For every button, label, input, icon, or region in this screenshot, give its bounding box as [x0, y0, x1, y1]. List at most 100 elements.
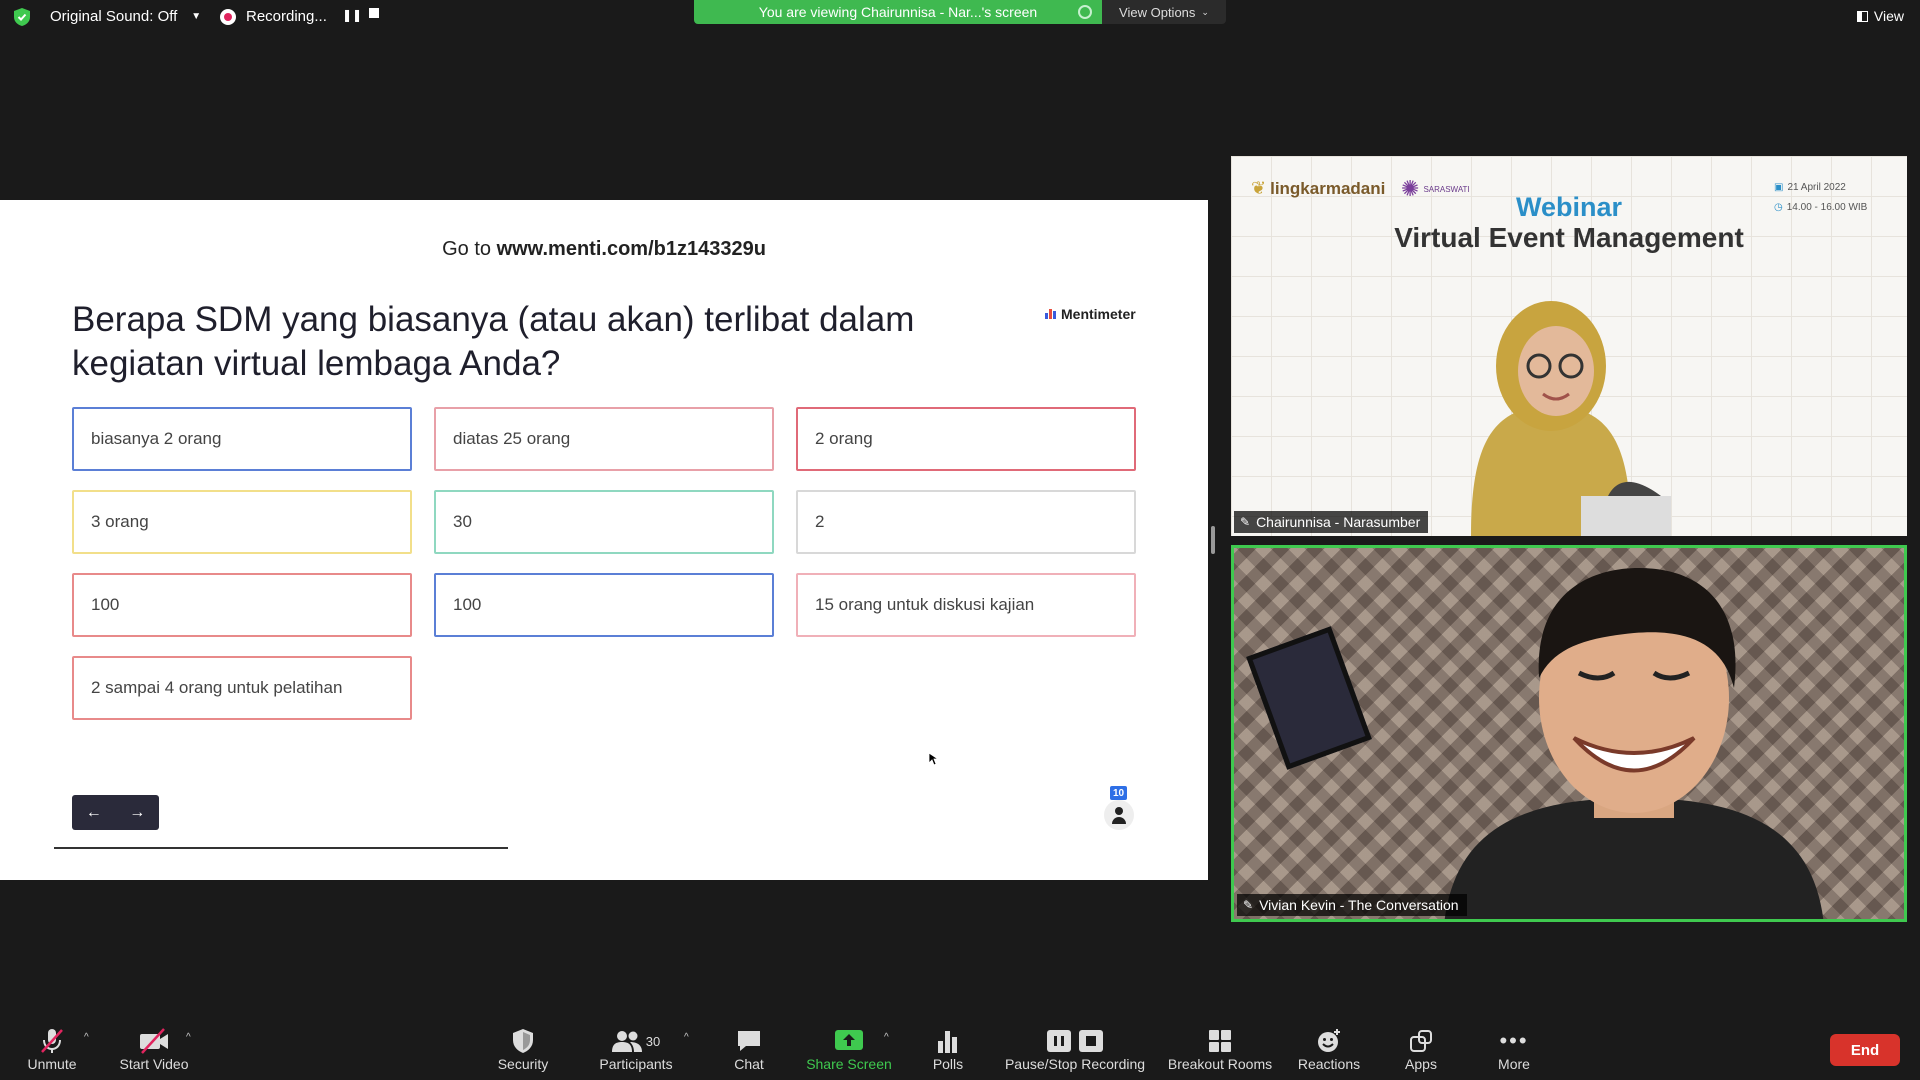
chat-bubble-icon: [738, 1031, 760, 1051]
response-card: 30: [434, 490, 774, 554]
participants-caret-icon[interactable]: ^: [684, 1032, 689, 1043]
mentimeter-brand: Mentimeter: [1061, 306, 1136, 322]
meeting-top-bar: Original Sound: Off ▼ Recording... ❚❚ Yo…: [0, 0, 1920, 40]
view-button[interactable]: View: [1856, 8, 1904, 24]
video-tile-active-speaker[interactable]: ✎ Vivian Kevin - The Conversation: [1231, 545, 1907, 922]
reactions-button[interactable]: Reactions: [1294, 1026, 1364, 1072]
join-instruction: Go to www.menti.com/b1z143329u: [0, 238, 1208, 261]
response-grid: biasanya 2 orang diatas 25 orang 2 orang 3 …: [72, 407, 1136, 720]
person-icon: [1104, 800, 1134, 830]
response-text: 15 orang untuk diskusi kajian: [815, 595, 1035, 614]
share-screen-icon: [835, 1030, 863, 1050]
chat-button[interactable]: Chat: [728, 1026, 770, 1072]
pause-stop-recording-button[interactable]: Pause/Stop Recording: [1004, 1026, 1146, 1072]
calendar-icon: ▣: [1774, 182, 1784, 193]
pin-icon: ✎: [1240, 515, 1251, 529]
prev-arrow-icon[interactable]: ←: [86, 804, 102, 822]
share-screen-button[interactable]: Share Screen: [804, 1026, 894, 1072]
response-text: 2: [815, 512, 825, 531]
apps-label: Apps: [1405, 1056, 1437, 1072]
participants-icon: [611, 1031, 642, 1052]
slide-navigation: ← →: [72, 795, 159, 830]
participant-name: Chairunnisa - Narasumber: [1256, 514, 1421, 530]
video-options-caret-icon[interactable]: ^: [186, 1032, 191, 1043]
apps-button[interactable]: Apps: [1400, 1026, 1442, 1072]
chevron-down-icon: ⌄: [1201, 6, 1209, 17]
slide-progress-bar: [54, 847, 508, 849]
share-options-caret-icon[interactable]: ^: [884, 1032, 889, 1043]
polls-button[interactable]: Polls: [928, 1026, 968, 1072]
meeting-controls-toolbar: Unmute ^ Start Video ^ Security 30 Parti…: [0, 1020, 1920, 1080]
response-card: diatas 25 orang: [434, 407, 774, 471]
event-date: 21 April 2022: [1787, 182, 1846, 193]
response-text: 3 orang: [91, 512, 149, 531]
webinar-title: Virtual Event Management: [1394, 222, 1744, 253]
event-time: 14.00 - 16.00 WIB: [1786, 202, 1868, 213]
response-text: 2 sampai 4 orang untuk pelatihan: [91, 678, 343, 697]
original-sound-label: Original Sound: Off: [50, 8, 178, 25]
participants-button[interactable]: 30 Participants: [596, 1026, 676, 1072]
pause-recording-icon[interactable]: ❚❚: [342, 8, 362, 22]
response-card: 100: [434, 573, 774, 637]
audio-options-caret-icon[interactable]: ^: [84, 1032, 89, 1043]
reactions-label: Reactions: [1297, 1056, 1361, 1072]
record-icon: [220, 8, 236, 25]
participant-name: Vivian Kevin - The Conversation: [1259, 897, 1459, 913]
response-card: 3 orang: [72, 490, 412, 554]
view-label: View: [1873, 8, 1904, 24]
response-text: 30: [453, 512, 472, 531]
status-circle-icon: [1078, 5, 1092, 19]
next-arrow-icon[interactable]: →: [129, 804, 145, 822]
response-text: biasanya 2 orang: [91, 429, 222, 448]
pause-icon: [1047, 1030, 1071, 1052]
speaker-video-feed: [1471, 301, 1671, 536]
response-text: 100: [91, 595, 120, 614]
chevron-down-icon[interactable]: ▼: [191, 11, 201, 22]
chat-label: Chat: [734, 1056, 764, 1072]
response-card: 2 sampai 4 orang untuk pelatihan: [72, 656, 412, 720]
view-options-button[interactable]: View Options ⌄: [1102, 0, 1226, 24]
start-video-label: Start Video: [119, 1056, 189, 1072]
event-datetime: ▣ 21 April 2022 ◷ 14.00 - 16.00 WIB: [1774, 178, 1871, 218]
end-label: End: [1850, 1041, 1880, 1059]
shared-screen-slide: Go to www.menti.com/b1z143329u Berapa SD…: [0, 200, 1208, 880]
microphone-muted-icon: [41, 1029, 63, 1053]
goto-prefix: Go to: [442, 238, 491, 260]
unmute-button[interactable]: Unmute: [26, 1026, 78, 1072]
mentimeter-bars-icon: [1045, 309, 1057, 319]
mouse-cursor-icon: [928, 752, 938, 766]
breakout-rooms-label: Breakout Rooms: [1167, 1056, 1273, 1072]
participant-name-tag: ✎ Vivian Kevin - The Conversation: [1237, 894, 1467, 916]
shield-icon: [513, 1029, 533, 1053]
start-video-button[interactable]: Start Video: [116, 1026, 192, 1072]
encryption-shield-icon[interactable]: [14, 8, 30, 26]
response-text: 100: [453, 595, 482, 614]
video-tile-speaker[interactable]: ❦ lingkarmadani ✺ SARASWATI Webinar Virt…: [1231, 156, 1907, 536]
response-card: 100: [72, 573, 412, 637]
poll-question: Berapa SDM yang biasanya (atau akan) ter…: [72, 300, 915, 383]
end-meeting-button[interactable]: End: [1830, 1034, 1900, 1066]
menti-url: www.menti.com/b1z143329u: [496, 238, 766, 260]
view-options-label: View Options: [1119, 4, 1196, 20]
participants-label: Participants: [599, 1056, 673, 1072]
screen-share-label: You are viewing Chairunnisa - Nar...'s s…: [758, 4, 1038, 20]
security-button[interactable]: Security: [494, 1026, 552, 1072]
more-dots-icon: •••: [1499, 1028, 1529, 1053]
audience-count-badge: 10: [1110, 786, 1127, 800]
clock-icon: ◷: [1774, 202, 1783, 213]
video-camera-off-icon: [140, 1028, 168, 1054]
original-sound-toggle[interactable]: Original Sound: Off ▼: [50, 8, 201, 25]
reactions-smiley-icon: [1318, 1029, 1340, 1052]
audience-counter: 10: [1104, 786, 1134, 830]
apps-icon: [1410, 1030, 1432, 1052]
polls-label: Polls: [932, 1056, 964, 1072]
breakout-rooms-button[interactable]: Breakout Rooms: [1166, 1026, 1274, 1072]
recording-label: Recording...: [246, 8, 327, 25]
response-card: 2 orang: [796, 407, 1136, 471]
response-card: 15 orang untuk diskusi kajian: [796, 573, 1136, 637]
unmute-label: Unmute: [27, 1056, 77, 1072]
stop-recording-icon[interactable]: [369, 8, 379, 18]
more-button[interactable]: ••• More: [1494, 1026, 1534, 1072]
split-view-handle[interactable]: [1211, 526, 1215, 554]
mentimeter-logo: Mentimeter: [1045, 306, 1136, 322]
